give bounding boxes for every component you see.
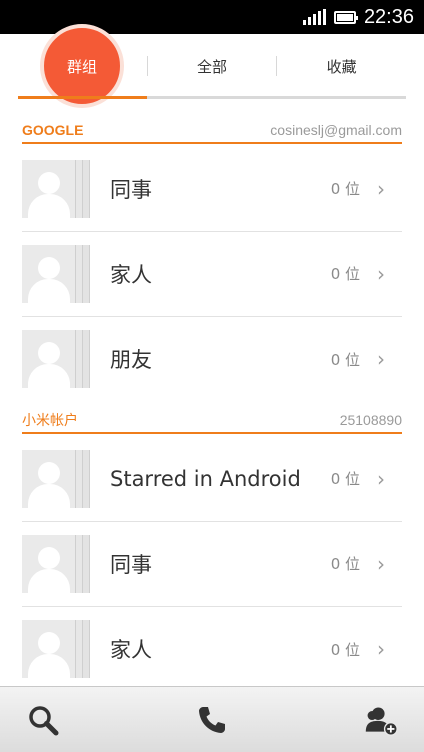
group-row[interactable]: 同事 0 位 › xyxy=(22,146,402,232)
section-header-mi-account: 小米帐户 25108890 xyxy=(22,408,402,434)
group-name: 家人 xyxy=(110,262,152,287)
section-account: 25108890 xyxy=(339,412,402,428)
chevron-right-icon: › xyxy=(377,261,385,286)
chevron-right-icon: › xyxy=(377,466,385,491)
chevron-right-icon: › xyxy=(377,176,385,201)
signal-icon xyxy=(302,9,326,25)
group-name: 同事 xyxy=(110,177,152,202)
group-row[interactable]: Starred in Android 0 位 › xyxy=(22,436,402,522)
tab-favorites[interactable]: 收藏 xyxy=(277,34,406,98)
group-name: 同事 xyxy=(110,552,152,577)
group-avatar-icon xyxy=(22,534,90,593)
group-row[interactable]: 家人 0 位 › xyxy=(22,231,402,317)
chevron-right-icon: › xyxy=(377,347,385,371)
group-avatar-icon xyxy=(22,330,90,388)
group-count: 0 位 xyxy=(330,470,360,488)
group-name: 朋友 xyxy=(110,348,152,372)
group-name: Starred in Android xyxy=(110,466,301,491)
group-row[interactable]: 家人 0 位 › xyxy=(22,606,402,692)
status-time: 22:36 xyxy=(363,5,414,28)
group-count: 0 位 xyxy=(330,555,360,573)
group-name: 家人 xyxy=(110,638,152,662)
section-account: cosineslj@gmail.com xyxy=(270,122,402,138)
group-row[interactable]: 朋友 0 位 › xyxy=(22,316,402,402)
group-count: 0 位 xyxy=(330,180,360,198)
tab-favorites-label: 收藏 xyxy=(326,57,357,76)
group-count: 0 位 xyxy=(330,265,360,283)
group-avatar-icon xyxy=(22,159,90,218)
chevron-right-icon: › xyxy=(377,637,385,661)
section-title: GOOGLE xyxy=(22,122,84,138)
tab-groups-active-label: 群组 xyxy=(66,57,97,76)
group-count: 0 位 xyxy=(330,640,360,659)
group-count: 0 位 xyxy=(330,350,360,369)
tab-all-label: 全部 xyxy=(197,57,228,76)
phone-icon[interactable] xyxy=(195,703,229,737)
group-avatar-icon xyxy=(22,620,90,678)
add-contact-icon[interactable] xyxy=(364,703,398,737)
group-avatar-icon xyxy=(22,244,90,303)
tab-all[interactable]: 全部 xyxy=(148,34,277,98)
chevron-right-icon: › xyxy=(377,551,385,576)
group-avatar-icon xyxy=(22,449,90,508)
group-row[interactable]: 同事 0 位 › xyxy=(22,521,402,607)
section-header-google: GOOGLE cosineslj@gmail.com xyxy=(22,118,402,144)
bottom-toolbar xyxy=(0,686,424,752)
section-title: 小米帐户 xyxy=(22,412,78,428)
tab-indicator-active xyxy=(18,96,147,99)
search-icon[interactable] xyxy=(26,703,60,737)
battery-icon xyxy=(333,10,358,24)
